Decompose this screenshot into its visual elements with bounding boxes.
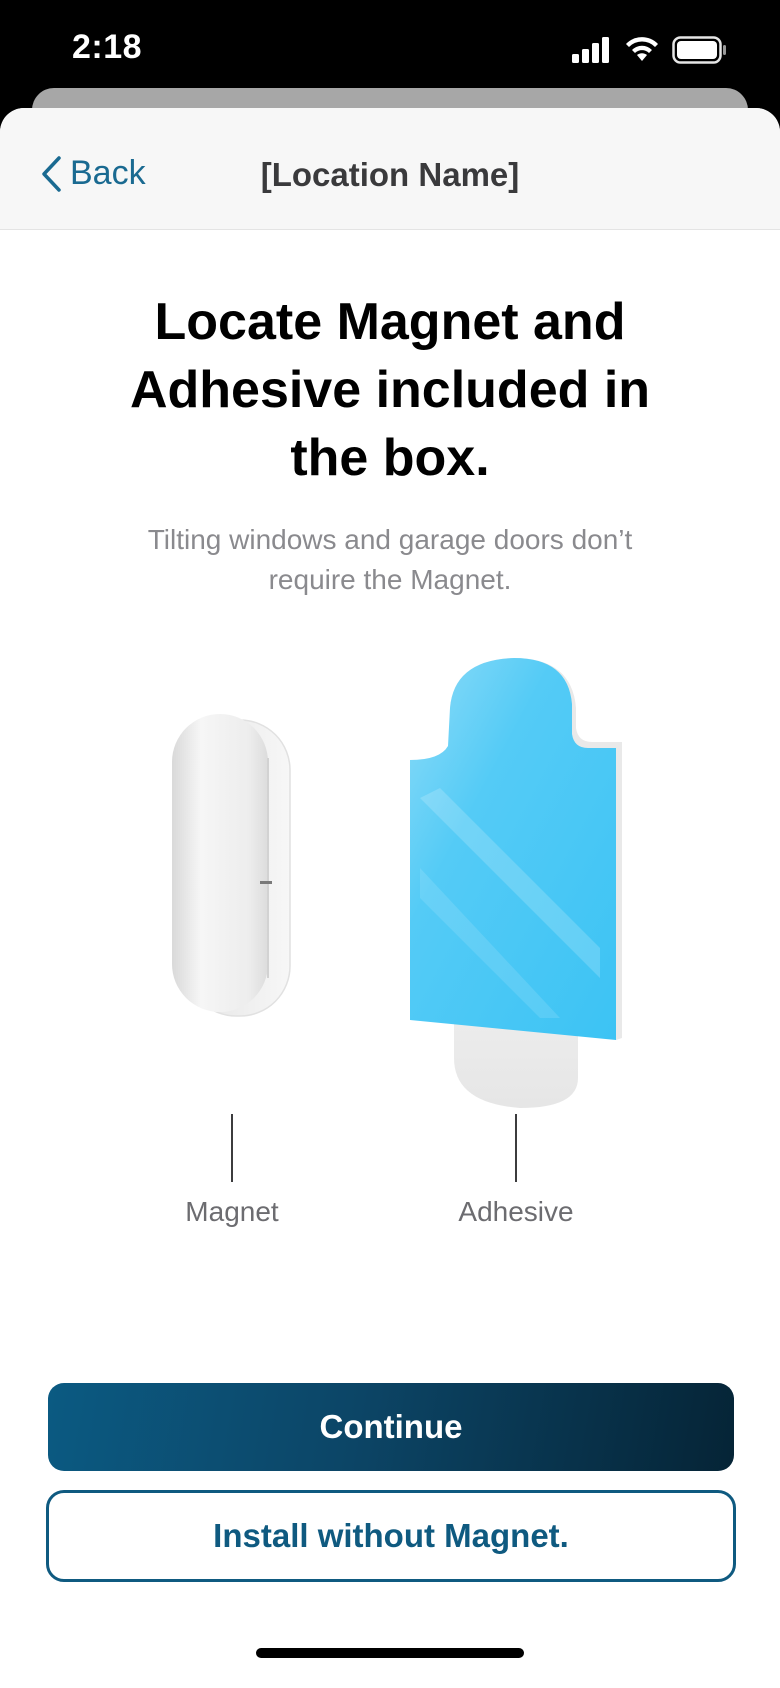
- instruction-subtext: Tilting windows and garage doors don’t r…: [90, 520, 690, 600]
- heading-line: Adhesive included in: [129, 361, 651, 419]
- magnet-pointer-line: [231, 1114, 233, 1182]
- status-icons: [572, 36, 728, 64]
- status-bar: 2:18: [0, 0, 780, 100]
- instruction-heading: Locate Magnet and Adhesive included in t…: [60, 288, 720, 492]
- product-illustration: Magnet Adhesive: [0, 648, 780, 1308]
- subtext-line: require the Magnet.: [268, 564, 512, 595]
- navigation-bar: Back [Location Name]: [0, 108, 780, 230]
- adhesive-image: [410, 658, 622, 1108]
- adhesive-pointer-line: [515, 1114, 517, 1182]
- heading-line: Locate Magnet and: [154, 293, 626, 351]
- subtext-line: Tilting windows and garage doors don’t: [147, 524, 633, 555]
- battery-icon: [672, 36, 726, 64]
- signal-icon: [572, 37, 609, 63]
- install-without-magnet-button[interactable]: Install without Magnet.: [46, 1490, 736, 1582]
- heading-line: the box.: [290, 429, 490, 487]
- modal-sheet: Back [Location Name] Locate Magnet and A…: [0, 108, 780, 1688]
- magnet-image: [172, 714, 291, 1017]
- status-time: 2:18: [72, 28, 143, 66]
- wifi-icon: [626, 37, 658, 61]
- adhesive-label: Adhesive: [458, 1196, 574, 1227]
- home-indicator: [256, 1648, 524, 1658]
- magnet-label: Magnet: [185, 1196, 279, 1227]
- page-title: [Location Name]: [260, 156, 520, 193]
- continue-button[interactable]: Continue: [48, 1383, 734, 1471]
